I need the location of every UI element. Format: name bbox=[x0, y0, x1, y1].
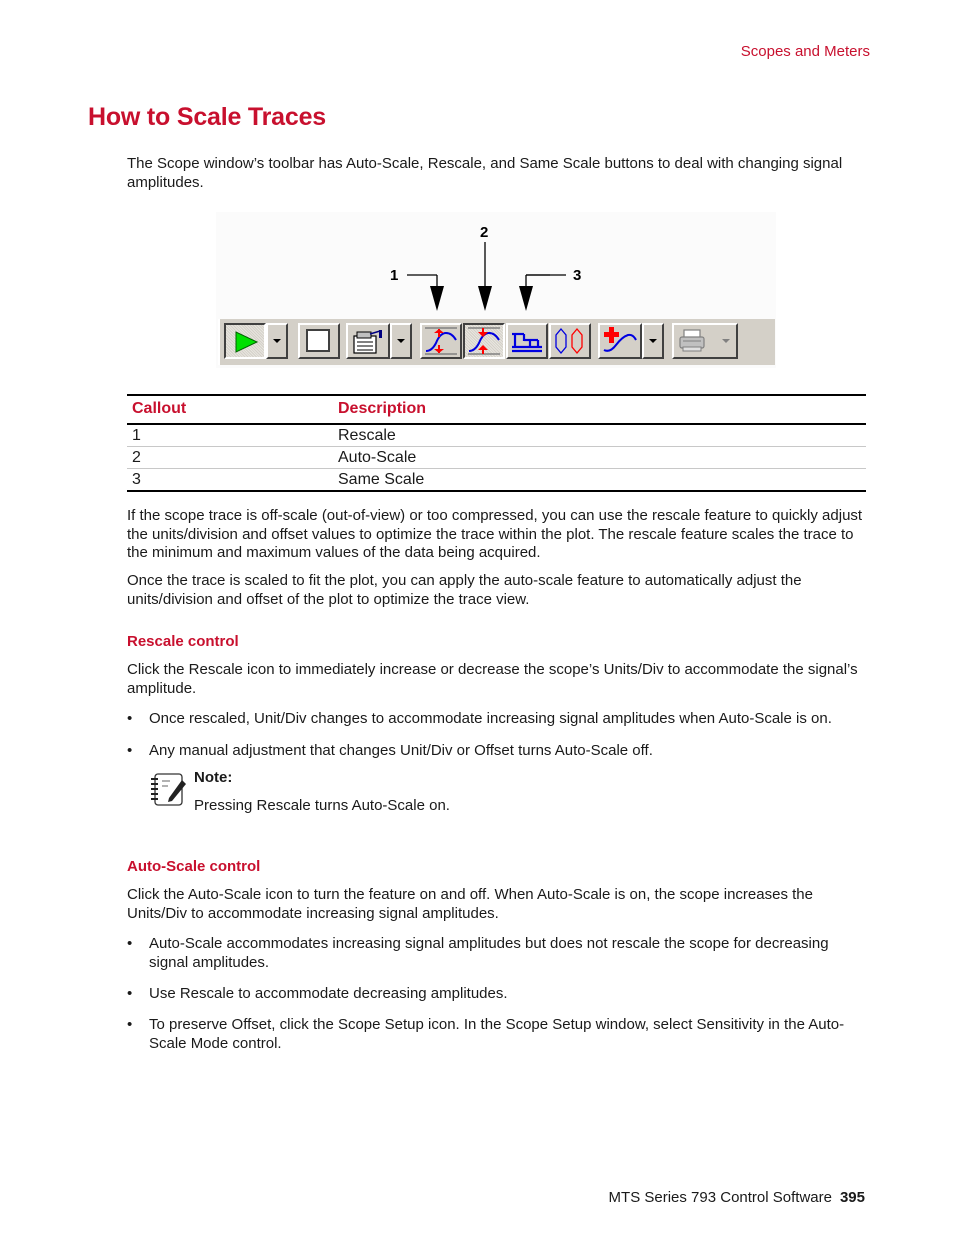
table-row: 1 Rescale bbox=[127, 425, 866, 447]
callout-label-1: 1 bbox=[390, 267, 399, 284]
auto-scale-button[interactable] bbox=[463, 323, 505, 359]
chevron-down-icon bbox=[273, 339, 281, 343]
list-item-text: Once rescaled, Unit/Div changes to accom… bbox=[149, 710, 832, 727]
callout-arrows bbox=[407, 242, 550, 311]
description-cell: Rescale bbox=[338, 427, 396, 444]
description-cell: Auto-Scale bbox=[338, 449, 417, 466]
rescale-control-intro: Click the Rescale icon to immediately in… bbox=[127, 661, 858, 697]
chevron-down-icon bbox=[722, 339, 730, 343]
play-icon bbox=[235, 331, 259, 353]
list-item-text: Use Rescale to accommodate decreasing am… bbox=[149, 985, 508, 1002]
setup-clipboard-icon bbox=[353, 329, 382, 354]
loops-button[interactable] bbox=[549, 323, 591, 359]
printer-icon bbox=[679, 329, 705, 352]
add-trace-dropdown-button[interactable] bbox=[642, 323, 664, 359]
add-trace-icon bbox=[603, 327, 637, 352]
callout-label-3: 3 bbox=[573, 267, 582, 284]
list-item-text: Auto-Scale accommodates increasing signa… bbox=[149, 935, 829, 971]
chevron-down-icon bbox=[397, 339, 405, 343]
callout-arrow-1 bbox=[407, 274, 444, 311]
scope-setup-button[interactable] bbox=[346, 323, 390, 359]
callout-cell: 1 bbox=[132, 427, 141, 444]
callout-label-2: 2 bbox=[480, 224, 489, 241]
bullet-marker: • bbox=[127, 985, 133, 1002]
add-trace-button[interactable] bbox=[598, 323, 642, 359]
table-row: 2 Auto-Scale bbox=[127, 447, 866, 469]
callout-leader-3 bbox=[526, 274, 566, 276]
note-icon bbox=[151, 773, 186, 806]
callout-cell: 3 bbox=[132, 471, 141, 488]
column-header-callout: Callout bbox=[132, 400, 187, 417]
auto-scale-icon bbox=[468, 327, 500, 355]
run-button[interactable] bbox=[224, 323, 266, 359]
run-dropdown-button[interactable] bbox=[266, 323, 288, 359]
same-scale-icon bbox=[512, 332, 542, 353]
bullet-marker: • bbox=[127, 935, 133, 952]
autoscale-control-heading: Auto-Scale control bbox=[127, 858, 261, 875]
bullet-marker: • bbox=[127, 1016, 133, 1033]
bullet-marker: • bbox=[127, 742, 133, 759]
table-header-row: Callout Description bbox=[127, 396, 866, 422]
callout-arrow-2 bbox=[478, 242, 492, 311]
list-item-text: To preserve Offset, click the Scope Setu… bbox=[149, 1016, 845, 1052]
table-bottom-rule bbox=[127, 490, 866, 492]
autoscale-control-intro: Click the Auto-Scale icon to turn the fe… bbox=[127, 886, 813, 922]
description-cell: Same Scale bbox=[338, 471, 425, 488]
note-text: Pressing Rescale turns Auto-Scale on. bbox=[194, 797, 450, 814]
page-number: 395 bbox=[839, 1189, 865, 1206]
intro-paragraph: The Scope window’s toolbar has Auto-Scal… bbox=[127, 155, 843, 191]
bullet-marker: • bbox=[127, 710, 133, 727]
note-label: Note: bbox=[194, 769, 233, 786]
chevron-down-icon bbox=[649, 339, 657, 343]
callout-cell: 2 bbox=[132, 449, 141, 466]
running-head: Scopes and Meters bbox=[740, 43, 870, 60]
same-scale-button[interactable] bbox=[506, 323, 548, 359]
print-button[interactable] bbox=[672, 323, 738, 359]
scope-toolbar bbox=[218, 319, 775, 365]
stop-square-icon bbox=[306, 329, 330, 352]
table-row: 3 Same Scale bbox=[127, 469, 866, 491]
autoscale-explanation-paragraph: Once the trace is scaled to fit the plot… bbox=[127, 572, 802, 608]
rescale-control-heading: Rescale control bbox=[127, 633, 239, 650]
page-title: How to Scale Traces bbox=[88, 103, 326, 131]
scope-setup-dropdown-button[interactable] bbox=[390, 323, 412, 359]
rescale-explanation-paragraph: If the scope trace is off-scale (out-of-… bbox=[127, 507, 863, 561]
list-item-text: Any manual adjustment that changes Unit/… bbox=[149, 742, 653, 759]
page-footer: MTS Series 793 Control Software 395 bbox=[609, 1189, 865, 1206]
column-header-description: Description bbox=[338, 400, 427, 417]
product-name: MTS Series 793 Control Software bbox=[608, 1189, 832, 1206]
stop-button[interactable] bbox=[298, 323, 340, 359]
rescale-button[interactable] bbox=[420, 323, 462, 359]
rescale-icon bbox=[425, 327, 457, 355]
double-loop-icon bbox=[555, 327, 583, 355]
